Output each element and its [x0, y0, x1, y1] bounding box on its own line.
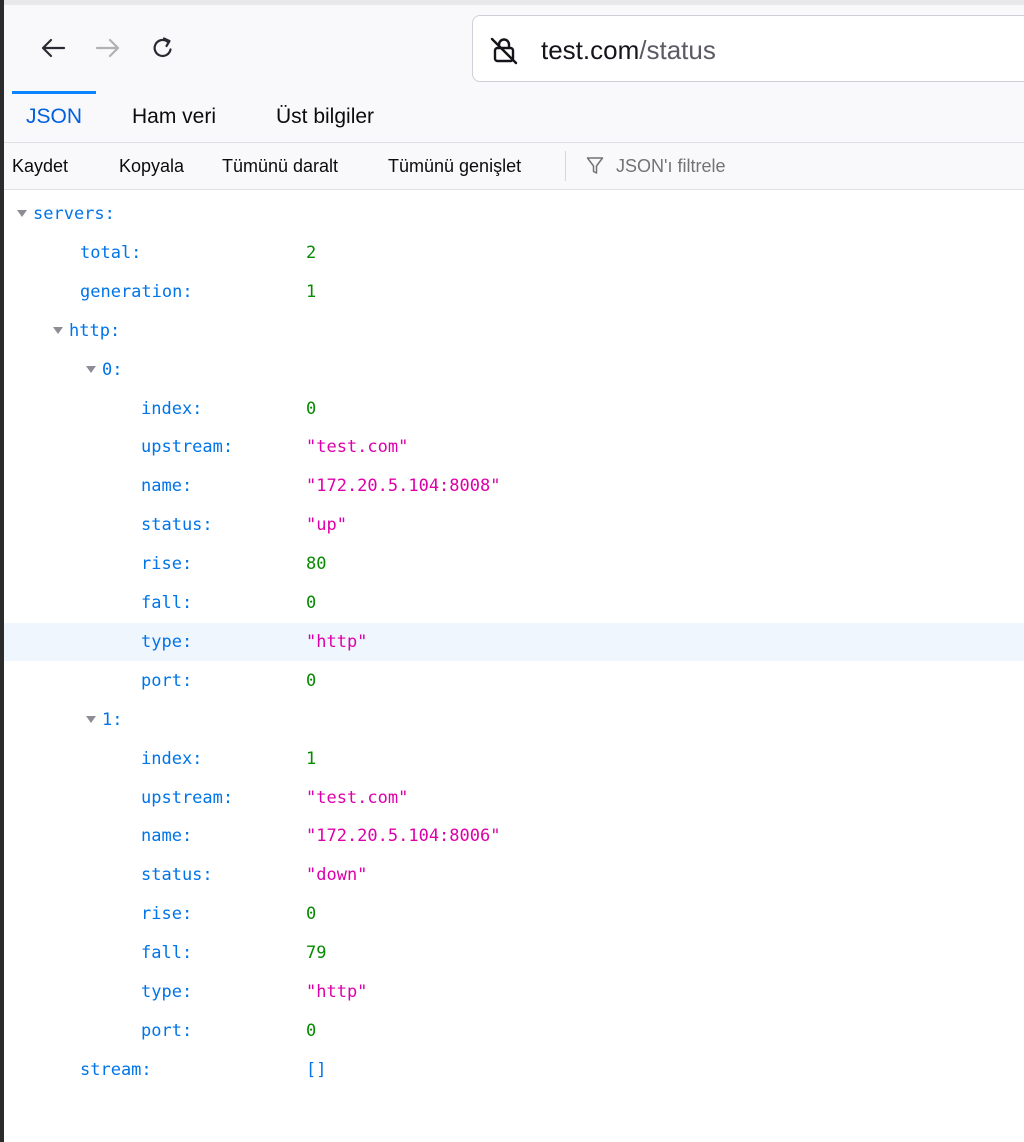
json-value: 0 [306, 1020, 317, 1041]
json-key: 0: [102, 359, 123, 380]
json-property-row[interactable]: rise: 0 [4, 895, 1024, 933]
json-property-row[interactable]: type: "http" [4, 973, 1024, 1011]
copy-button[interactable]: Kopyala [119, 143, 184, 189]
json-value: "test.com" [306, 437, 409, 458]
json-property-row[interactable]: index: 0 [4, 390, 1024, 428]
json-object-row[interactable]: 0: [4, 351, 1024, 389]
json-value: 0 [306, 398, 317, 419]
json-key: total: [80, 242, 142, 263]
json-value: [] [306, 1059, 327, 1080]
collapse-all-button[interactable]: Tümünü daralt [222, 143, 338, 189]
json-value: 0 [306, 593, 317, 613]
json-key: name: [141, 826, 193, 847]
json-property-row[interactable]: port: 0 [4, 662, 1024, 700]
json-value: "test.com" [306, 787, 409, 808]
json-key: port: [141, 1020, 193, 1041]
json-key: generation: [80, 281, 193, 302]
insecure-lock-icon[interactable] [489, 35, 519, 70]
reload-icon [153, 37, 172, 58]
json-key: name: [141, 476, 193, 497]
twisty-expanded-icon[interactable] [53, 326, 63, 334]
json-viewer-tabs: JSON Ham veri Üst bilgiler [4, 91, 1024, 143]
json-key: rise: [141, 554, 193, 575]
json-value: "172.20.5.104:8008" [306, 476, 501, 497]
toolbar-separator [565, 151, 566, 181]
json-value: 1 [306, 748, 317, 769]
json-value: 0 [306, 904, 317, 925]
tab-raw-data[interactable]: Ham veri [132, 91, 216, 142]
url-host: test.com [541, 35, 640, 65]
json-value: 1 [306, 281, 317, 302]
filter-input[interactable]: JSON'ı filtrele [616, 143, 725, 189]
url-text[interactable]: test.com/status [541, 35, 716, 65]
json-key: rise: [141, 904, 193, 925]
json-property-row[interactable]: status: "down" [4, 856, 1024, 894]
json-property-row[interactable]: stream: [] [4, 1051, 1024, 1089]
json-key: type: [141, 982, 193, 1002]
json-property-row[interactable]: total: 2 [4, 234, 1024, 272]
json-value: 79 [306, 943, 327, 964]
json-key: index: [141, 748, 203, 769]
address-bar[interactable]: test.com/status [472, 15, 1024, 82]
json-key: status: [141, 865, 213, 886]
json-key: status: [141, 515, 213, 536]
twisty-expanded-icon[interactable] [17, 210, 27, 217]
json-key: upstream: [141, 787, 234, 808]
save-button[interactable]: Kaydet [12, 143, 68, 189]
json-key: type: [141, 631, 193, 652]
tab-headers[interactable]: Üst bilgiler [276, 91, 374, 142]
json-key: port: [141, 670, 193, 691]
filter-icon [586, 156, 604, 181]
json-property-row[interactable]: upstream: "test.com" [4, 779, 1024, 817]
json-value: "172.20.5.104:8006" [306, 826, 501, 847]
json-key: stream: [80, 1059, 152, 1080]
json-property-row[interactable]: name: "172.20.5.104:8006" [4, 817, 1024, 855]
navigation-toolbar: test.com/status [4, 5, 1024, 91]
forward-button[interactable] [83, 5, 133, 91]
json-property-row[interactable]: name: "172.20.5.104:8008" [4, 467, 1024, 505]
json-key: http: [69, 320, 121, 341]
json-property-row[interactable]: rise: 80 [4, 545, 1024, 583]
twisty-expanded-icon[interactable] [86, 715, 96, 723]
json-key: index: [141, 398, 203, 419]
json-value: 80 [306, 554, 327, 575]
json-property-row[interactable]: index: 1 [4, 740, 1024, 778]
json-property-row[interactable]: fall: 0 [4, 584, 1024, 622]
json-key: fall: [141, 943, 193, 964]
twisty-expanded-icon[interactable] [86, 365, 96, 373]
json-key: upstream: [141, 437, 234, 458]
json-key: 1: [102, 709, 123, 730]
json-property-row[interactable]: upstream: "test.com" [4, 428, 1024, 466]
reload-button[interactable] [138, 5, 188, 91]
json-value: "http" [306, 631, 368, 652]
json-property-row[interactable]: type: "http" [4, 622, 1024, 661]
json-property-row[interactable]: port: 0 [4, 1012, 1024, 1050]
json-value: "down" [306, 865, 368, 886]
json-property-row[interactable]: fall: 79 [4, 934, 1024, 972]
json-toolbar: Kaydet Kopyala Tümünü daralt Tümünü geni… [4, 143, 1024, 190]
json-property-row[interactable]: status: "up" [4, 506, 1024, 544]
json-property-row[interactable]: generation: 1 [4, 273, 1024, 311]
json-value: "up" [306, 515, 347, 536]
tab-json[interactable]: JSON [11, 91, 97, 142]
json-value: 0 [306, 670, 317, 691]
expand-all-button[interactable]: Tümünü genişlet [388, 143, 521, 189]
json-key: servers: [33, 204, 115, 224]
json-value: "http" [306, 982, 368, 1002]
back-arrow-icon [41, 38, 66, 58]
forward-arrow-icon [95, 38, 120, 58]
json-key: fall: [141, 593, 193, 613]
json-object-row[interactable]: servers: [4, 195, 1024, 233]
json-object-row[interactable]: 1: [4, 701, 1024, 739]
json-value: 2 [306, 242, 317, 263]
back-button[interactable] [28, 5, 78, 91]
url-path: /status [639, 35, 716, 65]
json-object-row[interactable]: http: [4, 312, 1024, 350]
